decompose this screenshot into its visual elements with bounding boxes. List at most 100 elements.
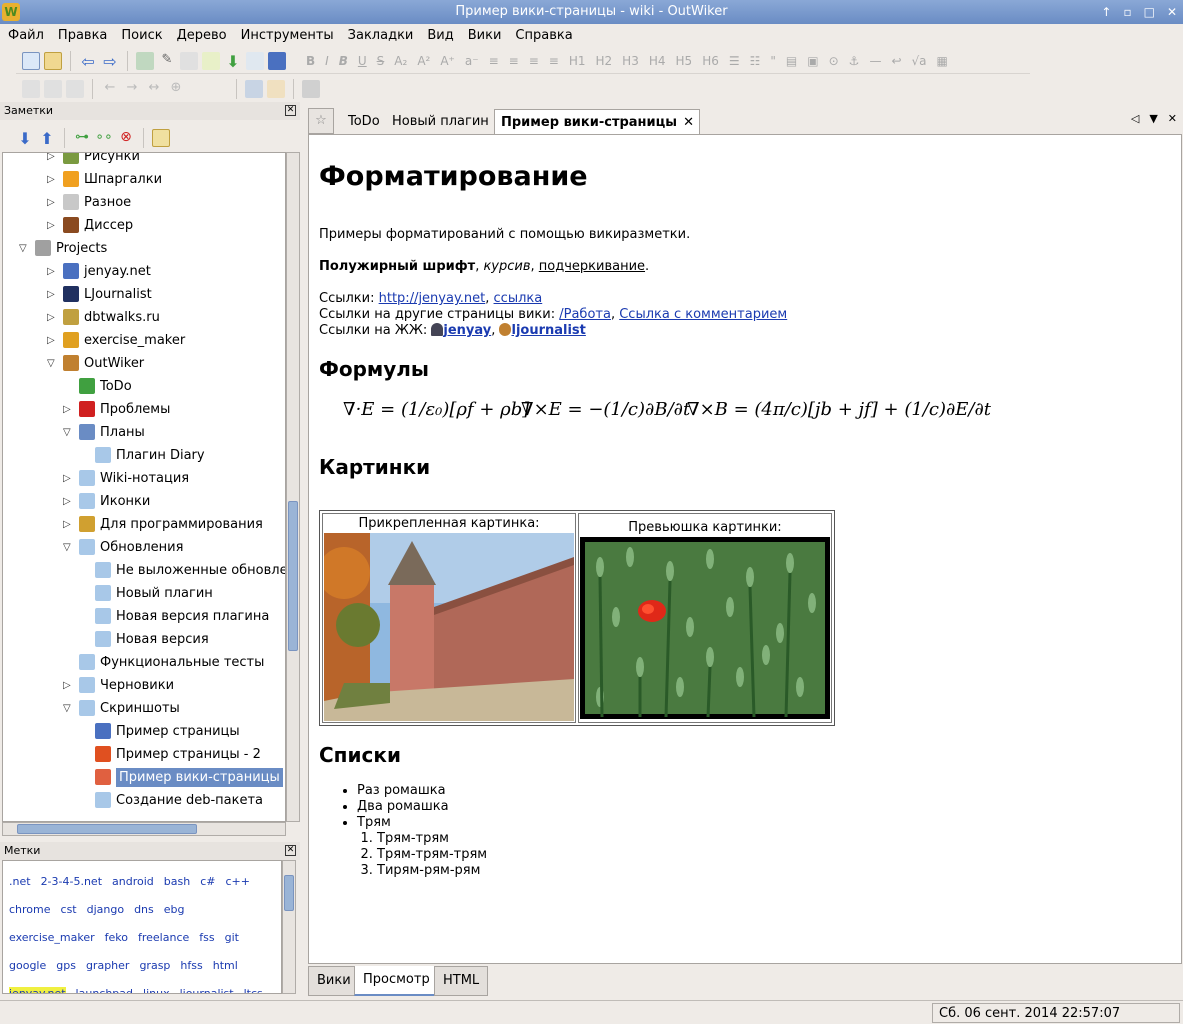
align-center-icon[interactable]: ≡ (509, 54, 519, 68)
tab-wiki-edit[interactable]: Вики (308, 966, 360, 996)
globe-link-icon[interactable] (136, 51, 154, 70)
tree-item[interactable]: ▷ Для программирования (63, 513, 263, 535)
tree-item[interactable]: ▷ Диссер (47, 214, 133, 236)
collapse-arrow-icon[interactable]: ▽ (19, 243, 27, 254)
back-arrow-icon[interactable]: ⇦ (79, 52, 97, 71)
add-child-icon[interactable] (44, 80, 62, 98)
user-icon[interactable] (245, 80, 263, 98)
tag-link[interactable]: chrome (9, 903, 51, 916)
link-work[interactable]: /Работа (559, 307, 611, 322)
tree-item[interactable]: ▷ exercise_maker (47, 329, 185, 351)
collapse-arrow-icon[interactable]: ▽ (63, 427, 71, 438)
tree-item[interactable]: ▷ Проблемы (63, 398, 170, 420)
tag-link[interactable]: 2-3-4-5.net (41, 875, 102, 888)
reply-icon[interactable]: ↩ (891, 54, 901, 68)
tree-item[interactable]: Плагин Diary (95, 444, 205, 466)
h3-icon[interactable]: H3 (622, 54, 639, 68)
tree-item[interactable]: ▷ Рисунки (47, 153, 140, 167)
menu-item-6[interactable]: Вид (427, 28, 453, 43)
collapse-arrow-icon[interactable]: ▽ (63, 703, 71, 714)
tag-link[interactable]: exercise_maker (9, 931, 95, 944)
sqrt-icon[interactable]: √a (912, 54, 927, 68)
tag-link[interactable]: django (87, 903, 124, 916)
tag-link[interactable]: hfss (180, 959, 202, 972)
tag-link[interactable]: fss (199, 931, 214, 944)
tree-item[interactable]: ▷ dbtwalks.ru (47, 306, 160, 328)
menu-item-8[interactable]: Справка (515, 28, 572, 43)
tag-link[interactable]: dns (134, 903, 154, 916)
link-simple[interactable]: ссылка (494, 291, 543, 306)
tag-link[interactable]: grasp (139, 959, 170, 972)
tag-link[interactable]: feko (105, 931, 128, 944)
expand-arrow-icon[interactable]: ▷ (47, 153, 55, 162)
tag-link[interactable]: ljournalist (180, 987, 234, 993)
expand-arrow-icon[interactable]: ▷ (47, 197, 55, 208)
collapse-arrow-icon[interactable]: ▽ (47, 358, 55, 369)
menu-item-2[interactable]: Поиск (121, 28, 162, 43)
tree-scroll-thumb[interactable] (288, 501, 298, 651)
image-insert-icon[interactable]: ▣ (807, 54, 818, 68)
new-page-icon[interactable] (22, 51, 40, 70)
h1-icon[interactable]: H1 (569, 54, 586, 68)
tag-icon[interactable] (202, 51, 220, 70)
close-icon[interactable]: ✕ (285, 845, 296, 856)
add-note-icon[interactable]: ⊶ (73, 129, 91, 147)
tag-link[interactable]: linux (143, 987, 170, 993)
menu-item-5[interactable]: Закладки (348, 28, 414, 43)
tag-link[interactable]: c++ (225, 875, 249, 888)
menu-item-4[interactable]: Инструменты (241, 28, 334, 43)
refresh-icon[interactable]: ⊕ (167, 80, 185, 98)
copy-icon[interactable] (66, 80, 84, 98)
move-down-icon[interactable]: → (123, 80, 141, 98)
subscript-icon[interactable]: A₂ (394, 54, 407, 68)
expand-arrow-icon[interactable]: ▷ (47, 266, 55, 277)
tree-item[interactable]: ▽ Скриншоты (63, 697, 180, 719)
tree-item[interactable]: ▷ LJournalist (47, 283, 152, 305)
tree-item[interactable]: Пример страницы - 2 (95, 743, 261, 765)
tab-prev-icon[interactable]: ◁ (1131, 112, 1139, 125)
h4-icon[interactable]: H4 (649, 54, 666, 68)
tag-link[interactable]: .net (9, 875, 31, 888)
link-comment[interactable]: Ссылка с комментарием (619, 307, 787, 322)
collapse-arrow-icon[interactable]: ▽ (63, 542, 71, 553)
tree-item[interactable]: ▽ OutWiker (47, 352, 144, 374)
tree-item[interactable]: ▽ Обновления (63, 536, 183, 558)
notes-tree[interactable]: ▷ Рисунки ▷ Шпаргалки ▷ Разное ▷ Диссер ▽ Project… (2, 152, 286, 822)
tag-link[interactable]: cst (61, 903, 77, 916)
tag-link[interactable]: grapher (86, 959, 130, 972)
numbered-list-icon[interactable]: ☷ (750, 54, 761, 68)
tree-hscrollbar[interactable] (2, 822, 286, 836)
count-icon[interactable] (302, 80, 320, 98)
download-icon[interactable]: ⬇ (224, 52, 242, 71)
tab-new-plugin[interactable]: Новый плагин (386, 109, 495, 135)
html-icon[interactable] (268, 51, 286, 70)
tree-item[interactable]: Новый плагин (95, 582, 213, 604)
tree-item[interactable]: Пример вики-страницы (95, 766, 283, 788)
tag-link[interactable]: android (112, 875, 154, 888)
arrow-down-icon[interactable]: ⬇ (16, 129, 34, 148)
expand-arrow-icon[interactable]: ▷ (47, 289, 55, 300)
tree-item[interactable]: ▷ Черновики (63, 674, 174, 696)
expand-arrow-icon[interactable]: ▷ (47, 335, 55, 346)
strike-icon[interactable]: S (377, 54, 385, 68)
add-sibling-icon[interactable] (22, 80, 40, 98)
tag-link[interactable]: ltcs (244, 987, 263, 993)
move-up-icon[interactable]: ← (101, 80, 119, 98)
close-icon[interactable]: ✕ (285, 105, 296, 116)
expand-arrow-icon[interactable]: ▷ (63, 496, 71, 507)
restore-icon[interactable]: ▫ (1123, 0, 1131, 24)
tree-item[interactable]: Новая версия плагина (95, 605, 269, 627)
superscript-icon[interactable]: A² (417, 54, 430, 68)
tab-close-icon[interactable]: ✕ (683, 110, 694, 136)
link-jenyay[interactable]: http://jenyay.net (379, 291, 486, 306)
tree-item[interactable]: ▷ Разное (47, 191, 131, 213)
tree-item[interactable]: ToDo (79, 375, 132, 397)
tab-close-all-icon[interactable]: ✕ (1168, 112, 1177, 125)
tag-link[interactable]: google (9, 959, 46, 972)
font-bigger-icon[interactable]: A⁺ (440, 54, 455, 68)
menu-item-1[interactable]: Правка (58, 28, 107, 43)
tree-item[interactable]: Функциональные тесты (79, 651, 264, 673)
edit-note-icon[interactable] (152, 129, 170, 147)
paperclip-icon[interactable]: ✎ (158, 52, 176, 70)
tree-item[interactable]: ▽ Projects (19, 237, 107, 259)
